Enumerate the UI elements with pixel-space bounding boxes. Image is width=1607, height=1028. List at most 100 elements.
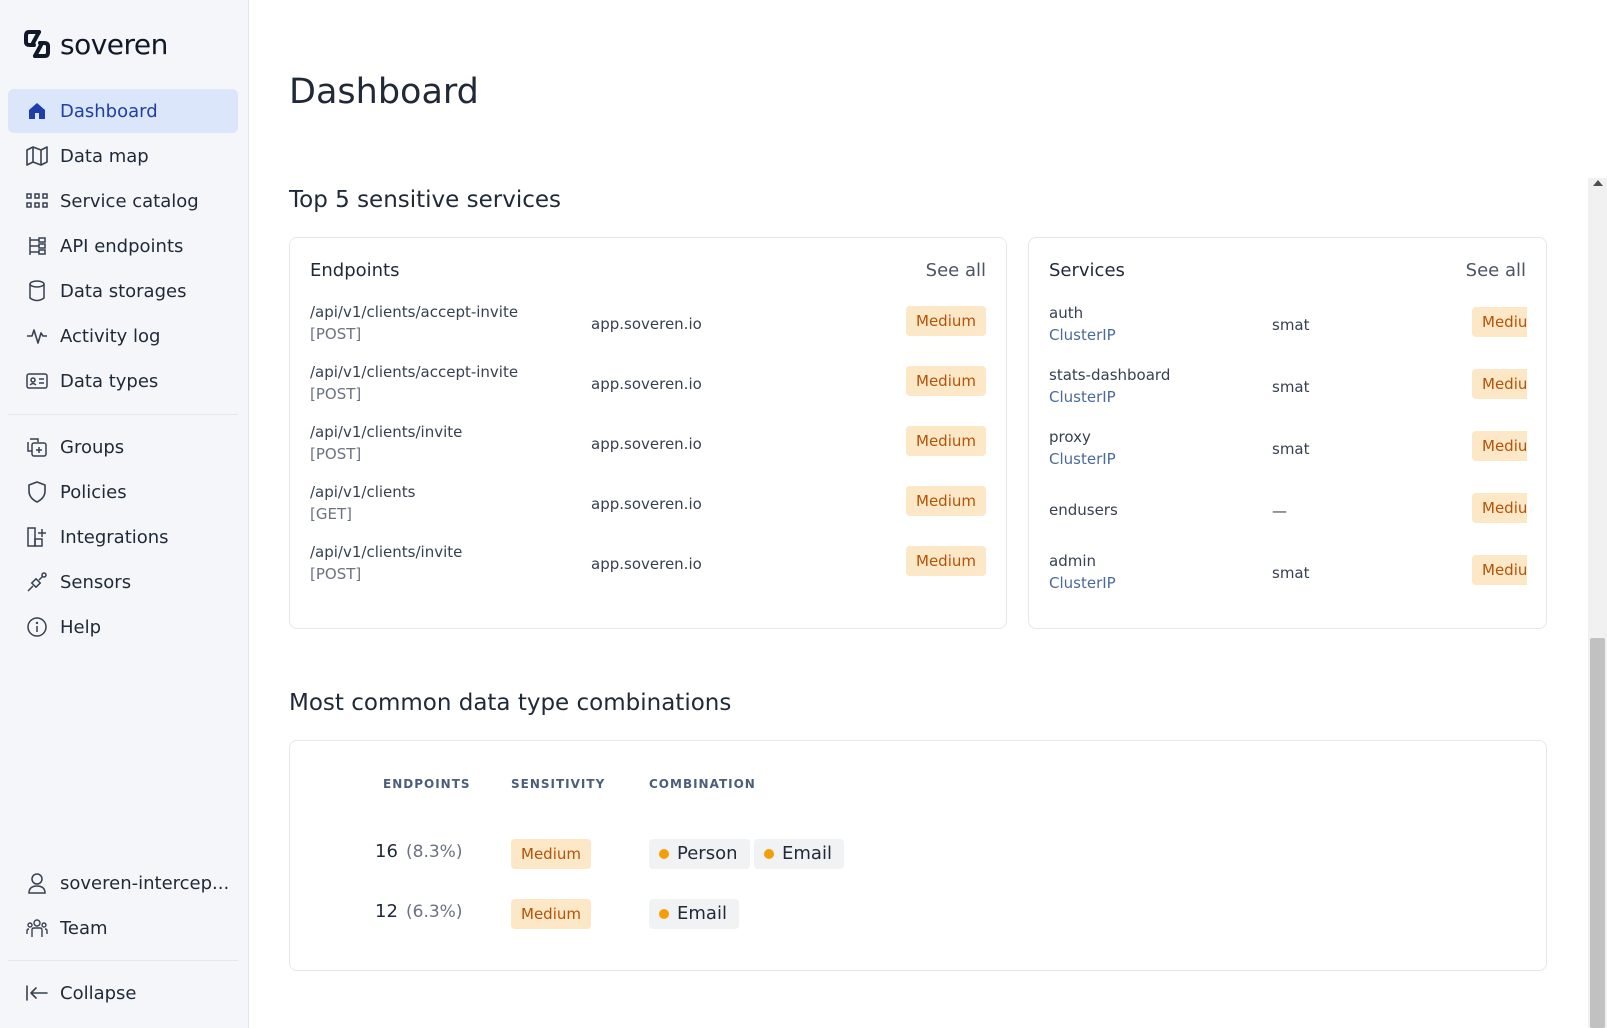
sidebar-item-label: Sensors — [60, 571, 132, 593]
endpoint-host: app.soveren.io — [591, 315, 702, 333]
sidebar-item-label: soveren-intercep... — [60, 872, 230, 894]
sidebar-item-label: Service catalog — [60, 190, 199, 212]
sidebar-item-policies[interactable]: Policies — [8, 470, 238, 514]
activity-icon — [26, 325, 48, 347]
sensitivity-badge: Medium — [1472, 431, 1527, 461]
info-icon — [26, 616, 48, 638]
service-namespace: smat — [1272, 440, 1310, 458]
endpoint-method: [GET] — [310, 505, 352, 523]
id-card-icon — [26, 370, 48, 392]
endpoint-percent: (8.3%) — [406, 842, 463, 862]
groups-icon — [26, 436, 48, 458]
endpoint-path: /api/v1/clients/invite — [310, 423, 463, 441]
service-type: ClusterIP — [1049, 326, 1116, 344]
column-header-endpoints[interactable]: ENDPOINTS — [383, 777, 471, 791]
sidebar-item-label: Groups — [60, 436, 125, 458]
service-name: admin — [1049, 552, 1096, 570]
section-title-top-services: Top 5 sensitive services — [289, 187, 562, 213]
endpoint-path: /api/v1/clients/accept-invite — [310, 303, 519, 321]
endpoints-see-all-link[interactable]: See all — [926, 260, 986, 281]
service-namespace: — — [1272, 502, 1287, 520]
team-icon — [26, 917, 48, 939]
sensitivity-badge: Medium — [511, 899, 591, 929]
endpoint-percent: (6.3%) — [406, 902, 463, 922]
data-type-chip[interactable]: Email — [649, 899, 739, 929]
sidebar-item-team[interactable]: Team — [8, 906, 238, 950]
map-icon — [26, 145, 48, 167]
column-header-sensitivity[interactable]: SENSITIVITY — [511, 777, 605, 791]
data-type-chip[interactable]: Email — [754, 839, 844, 869]
sensor-icon — [26, 571, 48, 593]
home-icon — [26, 100, 48, 122]
endpoint-host: app.soveren.io — [591, 375, 702, 393]
scrollbar-thumb[interactable] — [1590, 638, 1605, 1028]
sidebar-item-label: Data types — [60, 370, 159, 392]
service-type: ClusterIP — [1049, 450, 1116, 468]
sidebar-item-sensors[interactable]: Sensors — [8, 560, 238, 604]
endpoint-row[interactable]: /api/v1/clients [GET] app.soveren.io Med… — [290, 483, 1006, 535]
scrollbar[interactable] — [1588, 178, 1607, 1028]
sidebar-item-api-endpoints[interactable]: API endpoints — [8, 224, 238, 268]
endpoint-path: /api/v1/clients — [310, 483, 416, 501]
sidebar-item-label: Policies — [60, 481, 127, 503]
sidebar-item-data-map[interactable]: Data map — [8, 134, 238, 178]
brand-name: soveren — [60, 27, 168, 61]
endpoint-method: [POST] — [310, 325, 362, 343]
collapse-button[interactable]: Collapse — [8, 971, 238, 1015]
sensitivity-badge: Medium — [906, 366, 986, 396]
combination-row[interactable]: 16 (8.3%) Medium Person Email — [290, 835, 1546, 875]
sensitivity-badge: Medium — [1472, 307, 1527, 337]
collapse-icon — [26, 982, 48, 1004]
service-row[interactable]: stats-dashboard ClusterIP smat Medium — [1029, 366, 1527, 418]
endpoint-row[interactable]: /api/v1/clients/invite [POST] app.sovere… — [290, 423, 1006, 475]
sidebar-item-label: Help — [60, 616, 102, 638]
sensitivity-badge: Medium — [1472, 493, 1527, 523]
sidebar-item-data-storages[interactable]: Data storages — [8, 269, 238, 313]
endpoint-row[interactable]: /api/v1/clients/accept-invite [POST] app… — [290, 303, 1006, 355]
service-row[interactable]: endusers — Medium — [1029, 490, 1527, 542]
endpoint-row[interactable]: /api/v1/clients/invite [POST] app.sovere… — [290, 543, 1006, 595]
sidebar-item-label: Integrations — [60, 526, 169, 548]
service-namespace: smat — [1272, 564, 1310, 582]
service-namespace: smat — [1272, 378, 1310, 396]
sensitivity-badge: Medium — [511, 839, 591, 869]
scroll-up-arrow-icon[interactable] — [1593, 180, 1603, 186]
endpoint-row[interactable]: /api/v1/clients/accept-invite [POST] app… — [290, 363, 1006, 415]
sidebar-item-label: Activity log — [60, 325, 161, 347]
sidebar-item-activity-log[interactable]: Activity log — [8, 314, 238, 358]
endpoint-method: [POST] — [310, 565, 362, 583]
sidebar-item-dashboard[interactable]: Dashboard — [8, 89, 238, 133]
service-name: endusers — [1049, 501, 1118, 519]
combinations-card: ENDPOINTS SENSITIVITY COMBINATION 16 (8.… — [289, 740, 1547, 971]
services-card: Services See all auth ClusterIP smat Med… — [1028, 237, 1547, 629]
service-type: ClusterIP — [1049, 388, 1116, 406]
integrations-icon — [26, 526, 48, 548]
sidebar-item-integrations[interactable]: Integrations — [8, 515, 238, 559]
sidebar-item-groups[interactable]: Groups — [8, 425, 238, 469]
sidebar-item-account[interactable]: soveren-intercep... — [8, 861, 238, 905]
data-type-chip[interactable]: Person — [649, 839, 750, 869]
endpoint-count: 12 — [375, 901, 398, 922]
sidebar-item-data-types[interactable]: Data types — [8, 359, 238, 403]
services-list: auth ClusterIP smat Medium stats-dashboa… — [1029, 238, 1527, 628]
column-header-combination[interactable]: COMBINATION — [649, 777, 756, 791]
endpoint-host: app.soveren.io — [591, 435, 702, 453]
sidebar-item-service-catalog[interactable]: Service catalog — [8, 179, 238, 223]
brand-logo[interactable]: soveren — [24, 27, 168, 61]
soveren-logo-icon — [24, 30, 50, 58]
service-name: stats-dashboard — [1049, 366, 1171, 384]
service-row[interactable]: auth ClusterIP smat Medium — [1029, 304, 1527, 356]
section-title-combinations: Most common data type combinations — [289, 690, 732, 716]
sidebar-item-label: Team — [60, 917, 108, 939]
endpoint-path: /api/v1/clients/invite — [310, 543, 463, 561]
sensitivity-badge: Medium — [906, 546, 986, 576]
service-row[interactable]: proxy ClusterIP smat Medium — [1029, 428, 1527, 480]
sensitivity-badge: Medium — [906, 426, 986, 456]
service-row[interactable]: admin ClusterIP smat Medium — [1029, 552, 1527, 604]
sensitivity-badge: Medium — [1472, 555, 1527, 585]
sensitivity-badge: Medium — [906, 486, 986, 516]
combination-row[interactable]: 12 (6.3%) Medium Email — [290, 895, 1546, 935]
card-title: Endpoints — [310, 260, 400, 281]
sensitivity-badge: Medium — [1472, 369, 1527, 399]
sidebar-item-help[interactable]: Help — [8, 605, 238, 649]
